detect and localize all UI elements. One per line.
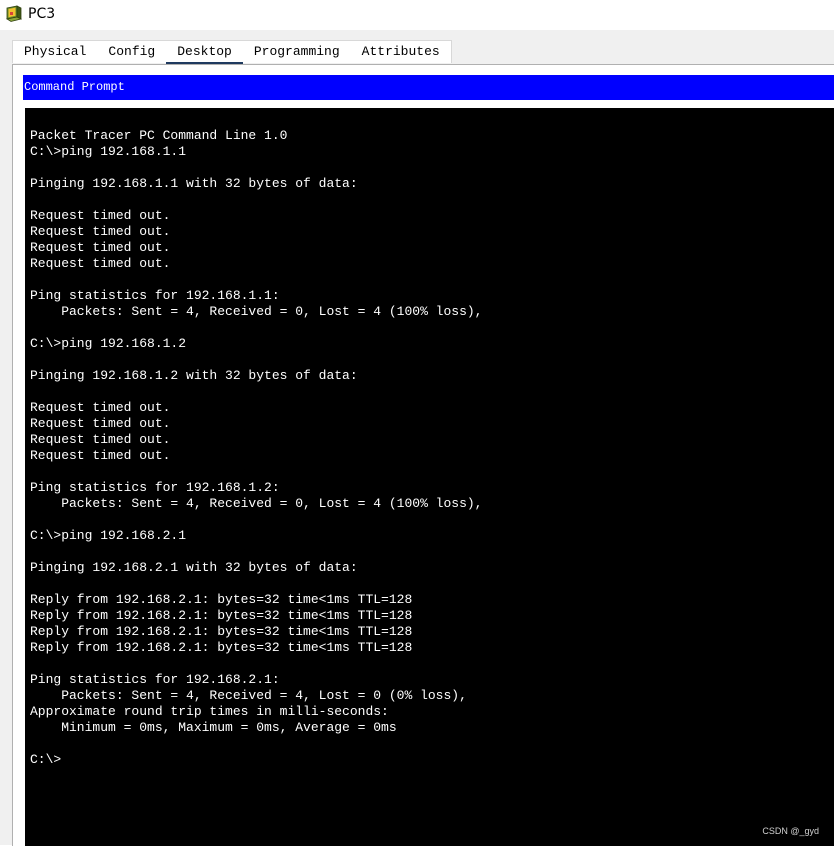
title-bar: PC3 — [0, 0, 834, 30]
tab-programming[interactable]: Programming — [243, 41, 351, 63]
tab-physical[interactable]: Physical — [13, 41, 97, 63]
tab-desktop[interactable]: Desktop — [166, 41, 243, 65]
command-prompt-title: Command Prompt — [24, 80, 125, 94]
terminal-output[interactable]: Packet Tracer PC Command Line 1.0 C:\>pi… — [30, 128, 482, 768]
pc-icon — [5, 5, 23, 22]
tab-config[interactable]: Config — [97, 41, 166, 63]
window-title: PC3 — [28, 6, 56, 22]
desktop-content: Command Prompt Packet Tracer PC Command … — [12, 64, 834, 846]
device-panel: Physical Config Desktop Programming Attr… — [0, 30, 834, 846]
watermark: CSDN @_gyd — [762, 826, 819, 836]
tab-attributes[interactable]: Attributes — [351, 41, 451, 63]
terminal-window[interactable]: Packet Tracer PC Command Line 1.0 C:\>pi… — [25, 108, 834, 846]
tab-bar: Physical Config Desktop Programming Attr… — [12, 40, 452, 65]
command-prompt-header: Command Prompt — [23, 75, 834, 100]
